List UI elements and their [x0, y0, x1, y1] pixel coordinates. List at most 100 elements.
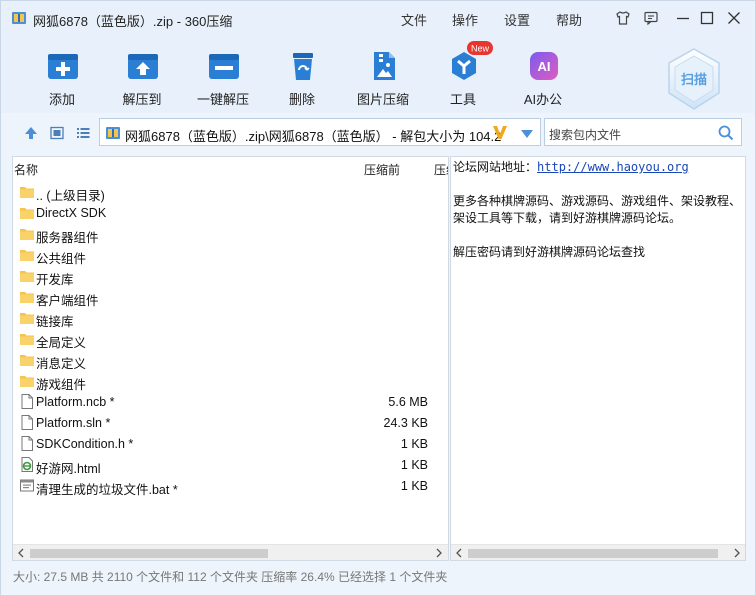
comment-pane: 论坛网站地址：http://www.haoyou.org 更多各种棋牌源码、游戏…	[450, 156, 746, 561]
comment-line-2: 更多各种棋牌源码、游戏源码、游戏组件、架设教程、	[453, 194, 742, 208]
scroll-right-icon[interactable]	[434, 548, 444, 558]
list-view-icon[interactable]	[75, 125, 91, 141]
folder-icon	[19, 246, 35, 263]
folder-row[interactable]: 服务器组件	[13, 223, 448, 245]
menu-settings[interactable]: 设置	[504, 10, 530, 29]
scrollbar-thumb[interactable]	[30, 549, 268, 558]
forum-link[interactable]: http://www.haoyou.org	[537, 160, 689, 174]
menu-help[interactable]: 帮助	[556, 10, 582, 29]
folder-row[interactable]: 全局定义	[13, 328, 448, 350]
skin-shirt-icon[interactable]	[614, 9, 632, 27]
folder-row[interactable]: .. (上级目录)	[13, 181, 448, 203]
menu-operation[interactable]: 操作	[452, 10, 478, 29]
image-compress-button[interactable]: 图片压缩	[343, 35, 423, 113]
maximize-icon[interactable]	[698, 9, 716, 27]
chevron-down-icon[interactable]	[520, 129, 534, 139]
tools-label: 工具	[449, 92, 476, 107]
one-click-extract-button[interactable]: 一键解压	[183, 35, 263, 113]
comment-horizontal-scrollbar[interactable]	[451, 544, 745, 560]
file-list-pane: 名称 压缩前 压缩后 .. (上级目录) DirectX SDK 服务器组件公共组件…	[12, 156, 449, 561]
folder-row[interactable]: 公共组件	[13, 244, 448, 266]
one-click-extract-icon	[209, 54, 239, 79]
delete-button[interactable]: 删除	[262, 35, 342, 113]
file-row[interactable]: SDKCondition.h * 1 KB	[13, 433, 448, 454]
archive-app-icon	[12, 12, 26, 24]
file-row[interactable]: Platform.ncb * 5.6 MB	[13, 391, 448, 412]
search-icon[interactable]	[717, 124, 735, 142]
horizontal-scrollbar[interactable]	[13, 544, 448, 560]
folder-icon	[19, 267, 35, 284]
file-name: DirectX SDK	[36, 206, 107, 220]
address-bar[interactable]: 网狐6878（蓝色版）.zip\网狐6878（蓝色版） - 解包大小为 104.…	[99, 118, 541, 146]
archive-icon	[106, 127, 120, 139]
ai-icon-text: AI	[538, 59, 551, 74]
minimize-icon[interactable]	[674, 9, 692, 27]
comment-scroll-right-icon[interactable]	[732, 548, 742, 558]
file-size: 24.3 KB	[383, 416, 428, 430]
html-file-icon	[19, 456, 35, 473]
verified-v-icon	[493, 126, 507, 139]
feedback-icon[interactable]	[642, 9, 660, 27]
folder-icon	[19, 351, 35, 368]
address-path: 网狐6878（蓝色版）.zip\网狐6878（蓝色版） - 解包大小为 104.…	[125, 129, 505, 144]
scan-button[interactable]: 扫描	[665, 47, 723, 111]
add-label: 添加	[48, 92, 75, 107]
file-size: 1 KB	[400, 479, 428, 493]
file-size: 1 KB	[400, 437, 428, 451]
title-bar: 网狐6878（蓝色版）.zip - 360压缩 文件 操作 设置 帮助	[1, 1, 755, 35]
scroll-left-icon[interactable]	[16, 548, 26, 558]
extract-to-icon	[128, 54, 158, 79]
folder-row[interactable]: 链接库	[13, 307, 448, 329]
forum-label: 论坛网站地址：	[453, 160, 538, 174]
ai-office-label: AI办公	[523, 92, 563, 107]
column-header-name[interactable]: 名称	[14, 161, 38, 178]
comment-scrollbar-thumb[interactable]	[468, 549, 718, 558]
extract-to-button[interactable]: 解压到	[102, 35, 182, 113]
add-button[interactable]: 添加	[22, 35, 102, 113]
up-level-icon[interactable]	[23, 125, 39, 141]
scan-label: 扫描	[681, 72, 707, 87]
new-badge: New	[467, 41, 493, 55]
folder-row[interactable]: 客户端组件	[13, 286, 448, 308]
batch-file-icon	[19, 477, 35, 494]
archive-comment: 论坛网站地址：http://www.haoyou.org 更多各种棋牌源码、游戏…	[453, 159, 745, 261]
file-row[interactable]: 清理生成的垃圾文件.bat * 1 KB	[13, 475, 448, 497]
tools-button[interactable]: New 工具	[423, 35, 503, 113]
add-icon	[48, 54, 78, 79]
menu-file[interactable]: 文件	[401, 10, 427, 29]
column-header-extra[interactable]: 压缩后	[434, 161, 448, 178]
file-name: Platform.sln *	[36, 416, 111, 430]
extract-to-label: 解压到	[122, 92, 162, 107]
folder-row[interactable]: 开发库	[13, 265, 448, 287]
image-compress-icon	[374, 52, 395, 80]
folder-row[interactable]: 游戏组件	[13, 370, 448, 392]
delete-label: 删除	[288, 92, 315, 107]
file-row[interactable]: Platform.sln * 24.3 KB	[13, 412, 448, 433]
file-row[interactable]: 好游网.html 1 KB	[13, 454, 448, 476]
comment-line-3: 架设工具等下载，请到好游棋牌源码论坛。	[453, 211, 682, 225]
ai-office-button[interactable]: AI AI办公	[503, 35, 583, 113]
folder-row[interactable]: 消息定义	[13, 349, 448, 371]
file-size: 5.6 MB	[388, 395, 428, 409]
file-name: Platform.ncb *	[36, 395, 115, 409]
folder-icon	[19, 225, 35, 242]
file-name: SDKCondition.h *	[36, 437, 134, 451]
column-header-compressed[interactable]: 压缩前	[364, 161, 400, 178]
address-row: 网狐6878（蓝色版）.zip\网狐6878（蓝色版） - 解包大小为 104.…	[1, 113, 755, 151]
comment-scroll-left-icon[interactable]	[454, 548, 464, 558]
folder-icon	[19, 288, 35, 305]
comment-line-4: 解压密码请到好游棋牌源码论坛查找	[453, 245, 646, 259]
thumbnail-view-icon[interactable]	[49, 125, 65, 141]
new-badge-text: New	[471, 44, 490, 54]
folder-row[interactable]: DirectX SDK	[13, 202, 448, 223]
search-box[interactable]: 搜索包内文件	[544, 118, 742, 146]
delete-icon	[293, 53, 313, 80]
search-input[interactable]: 搜索包内文件	[549, 126, 621, 143]
file-icon	[19, 435, 35, 452]
folder-icon	[19, 183, 35, 200]
window-title: 网狐6878（蓝色版）.zip - 360压缩	[33, 14, 233, 29]
file-name: 清理生成的垃圾文件.bat *	[36, 483, 178, 497]
ai-office-icon: AI	[530, 52, 558, 80]
close-icon[interactable]	[725, 9, 743, 27]
one-click-extract-label: 一键解压	[196, 92, 249, 107]
